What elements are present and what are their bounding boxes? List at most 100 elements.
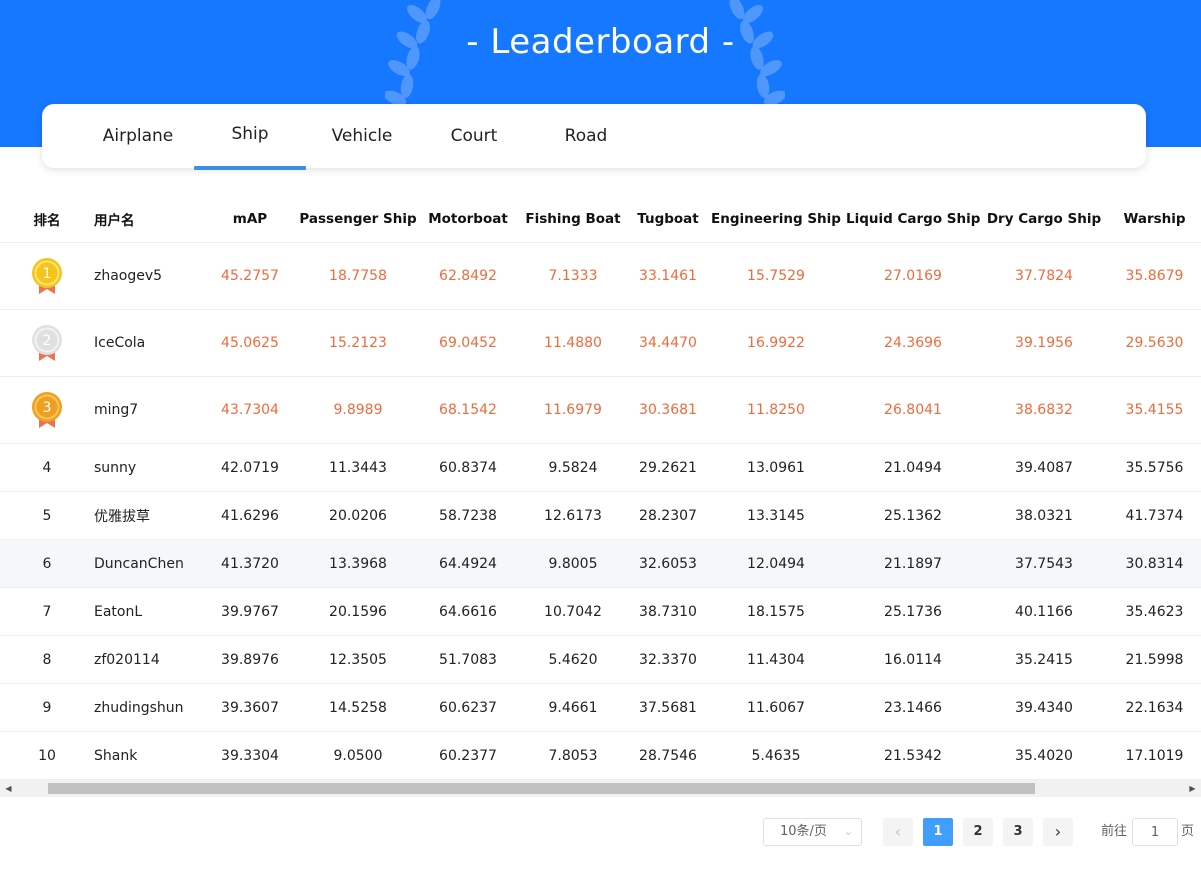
rank-cell: 7 [0, 587, 94, 636]
goto-suffix-label: 页 [1181, 824, 1195, 839]
prev-page-button[interactable]: ‹ [883, 818, 913, 846]
chevron-left-icon: ‹ [894, 822, 902, 841]
page-size-select[interactable]: 10条/页 ⌄ [763, 818, 862, 846]
score-cell: 35.4623 [1108, 587, 1201, 636]
page-3-button[interactable]: 3 [1003, 818, 1033, 846]
table-row[interactable]: 8 zf020114 39.8976 12.3505 51.7083 5.462… [0, 635, 1201, 684]
score-cell: 11.6979 [516, 376, 630, 444]
score-cell: 12.0494 [706, 539, 846, 588]
score-cell: 60.6237 [420, 683, 516, 732]
col-username[interactable]: 用户名 [94, 196, 204, 243]
horizontal-scrollbar[interactable]: ◀ ▶ [0, 780, 1201, 797]
table-row[interactable]: 5 优雅拔草 41.6296 20.0206 58.7238 12.6173 2… [0, 491, 1201, 540]
tab-airplane[interactable]: Airplane [82, 104, 194, 168]
scroll-right-icon[interactable]: ▶ [1184, 780, 1201, 797]
tab-ship[interactable]: Ship [194, 104, 306, 170]
score-cell: 26.8041 [846, 376, 980, 444]
score-cell: 35.8679 [1108, 242, 1201, 310]
medal-rank-text: 3 [43, 400, 52, 416]
score-cell: 35.5756 [1108, 443, 1201, 492]
col-warship[interactable]: Warship [1108, 196, 1201, 243]
col-motorboat[interactable]: Motorboat [420, 196, 516, 243]
map-cell: 41.3720 [204, 539, 296, 588]
col-passenger-ship[interactable]: Passenger Ship [296, 196, 420, 243]
table-row[interactable]: 4 sunny 42.0719 11.3443 60.8374 9.5824 2… [0, 443, 1201, 492]
score-cell: 20.0206 [296, 491, 420, 540]
score-cell: 18.1575 [706, 587, 846, 636]
score-cell: 14.5258 [296, 683, 420, 732]
score-cell: 33.1461 [630, 242, 706, 310]
page-2-button[interactable]: 2 [963, 818, 993, 846]
table-row[interactable]: 10 Shank 39.3304 9.0500 60.2377 7.8053 2… [0, 731, 1201, 780]
scrollbar-thumb[interactable] [48, 783, 1035, 794]
table-row[interactable]: 1 zhaogev5 45.2757 18.7758 62.8492 7.133… [0, 242, 1201, 310]
score-cell: 21.5998 [1108, 635, 1201, 684]
score-cell: 13.3145 [706, 491, 846, 540]
col-tugboat[interactable]: Tugboat [630, 196, 706, 243]
score-cell: 37.5681 [630, 683, 706, 732]
score-cell: 15.7529 [706, 242, 846, 310]
score-cell: 35.4155 [1108, 376, 1201, 444]
map-cell: 39.3304 [204, 731, 296, 780]
score-cell: 35.4020 [980, 731, 1108, 780]
score-cell: 5.4620 [516, 635, 630, 684]
score-cell: 40.1166 [980, 587, 1108, 636]
tab-vehicle[interactable]: Vehicle [306, 104, 418, 168]
score-cell: 29.5630 [1108, 309, 1201, 377]
silver-medal-icon: 2 [32, 325, 62, 361]
page-size-label: 10条/页 [780, 824, 827, 839]
score-cell: 37.7543 [980, 539, 1108, 588]
chevron-down-icon: ⌄ [843, 825, 853, 838]
score-cell: 24.3696 [846, 309, 980, 377]
score-cell: 11.3443 [296, 443, 420, 492]
score-cell: 68.1542 [420, 376, 516, 444]
page-1-button[interactable]: 1 [923, 818, 953, 846]
scroll-left-icon[interactable]: ◀ [0, 780, 17, 797]
table-row[interactable]: 2 IceCola 45.0625 15.2123 69.0452 11.488… [0, 309, 1201, 377]
score-cell: 35.2415 [980, 635, 1108, 684]
score-cell: 62.8492 [420, 242, 516, 310]
rank-cell: 4 [0, 443, 94, 492]
col-map[interactable]: mAP [204, 196, 296, 243]
col-liquid-cargo-ship[interactable]: Liquid Cargo Ship [846, 196, 980, 243]
goto-page-input[interactable] [1132, 818, 1178, 846]
col-engineering-ship[interactable]: Engineering Ship [706, 196, 846, 243]
score-cell: 11.4304 [706, 635, 846, 684]
col-dry-cargo-ship[interactable]: Dry Cargo Ship [980, 196, 1108, 243]
medal-rank-text: 1 [43, 266, 52, 282]
username-cell: Shank [94, 731, 204, 780]
tab-road[interactable]: Road [530, 104, 642, 168]
score-cell: 58.7238 [420, 491, 516, 540]
score-cell: 11.8250 [706, 376, 846, 444]
score-cell: 11.6067 [706, 683, 846, 732]
table-row[interactable]: 6 DuncanChen 41.3720 13.3968 64.4924 9.8… [0, 539, 1201, 588]
score-cell: 16.9922 [706, 309, 846, 377]
map-cell: 45.0625 [204, 309, 296, 377]
score-cell: 9.4661 [516, 683, 630, 732]
table-row[interactable]: 7 EatonL 39.9767 20.1596 64.6616 10.7042… [0, 587, 1201, 636]
score-cell: 13.0961 [706, 443, 846, 492]
page-title: - Leaderboard - [466, 22, 735, 62]
score-cell: 23.1466 [846, 683, 980, 732]
score-cell: 7.1333 [516, 242, 630, 310]
username-cell: zf020114 [94, 635, 204, 684]
col-fishing-boat[interactable]: Fishing Boat [516, 196, 630, 243]
score-cell: 39.1956 [980, 309, 1108, 377]
score-cell: 5.4635 [706, 731, 846, 780]
score-cell: 13.3968 [296, 539, 420, 588]
score-cell: 64.4924 [420, 539, 516, 588]
score-cell: 7.8053 [516, 731, 630, 780]
table-row[interactable]: 3 ming7 43.7304 9.8989 68.1542 11.6979 3… [0, 376, 1201, 444]
score-cell: 12.3505 [296, 635, 420, 684]
score-cell: 9.5824 [516, 443, 630, 492]
rank-cell: 2 [0, 309, 94, 377]
next-page-button[interactable]: › [1043, 818, 1073, 846]
table-header-row: 排名 用户名 mAP Passenger Ship Motorboat Fish… [0, 196, 1201, 243]
col-rank[interactable]: 排名 [0, 196, 94, 243]
tab-court[interactable]: Court [418, 104, 530, 168]
score-cell: 32.3370 [630, 635, 706, 684]
score-cell: 9.0500 [296, 731, 420, 780]
map-cell: 42.0719 [204, 443, 296, 492]
table-row[interactable]: 9 zhudingshun 39.3607 14.5258 60.6237 9.… [0, 683, 1201, 732]
map-cell: 39.3607 [204, 683, 296, 732]
